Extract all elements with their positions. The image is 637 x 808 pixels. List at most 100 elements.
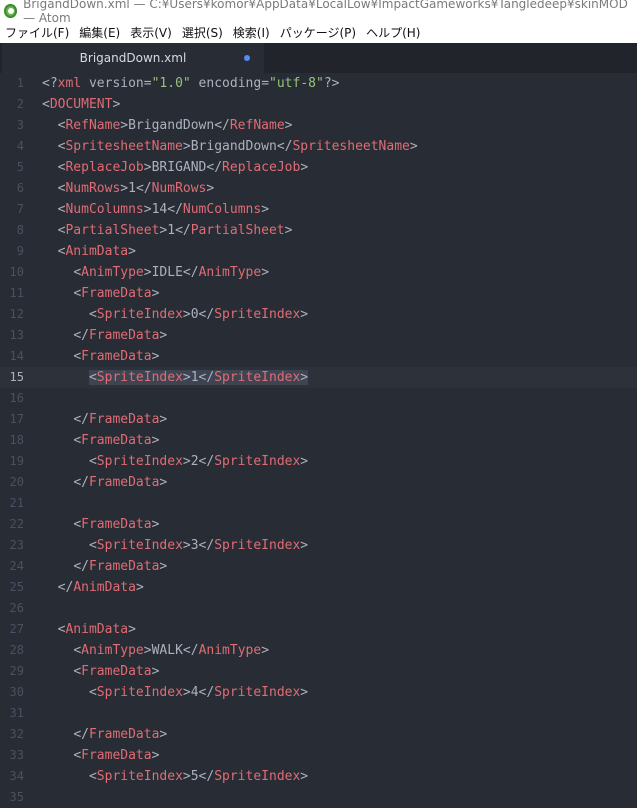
code-text: </FrameData> [73,559,168,574]
code-text: <DOCUMENT> [42,97,121,112]
line-number: 4 [16,139,24,153]
code-text: </AnimData> [57,580,144,595]
modified-indicator-icon[interactable] [244,55,250,61]
menu-item-4[interactable]: 検索(I) [228,24,275,41]
line-number: 10 [9,265,24,279]
line-number: 32 [9,727,24,741]
line-number: 2 [16,97,24,111]
line-number: 23 [9,538,24,552]
line-number: 20 [9,475,24,489]
menu-item-2[interactable]: 表示(V) [125,24,177,41]
code-line[interactable]: 23 <SpriteIndex>3</SpriteIndex> [0,535,637,556]
code-text: <?xml version="1.0" encoding="utf-8"?> [42,76,340,91]
line-number: 22 [9,517,24,531]
atom-logo-icon [4,4,18,18]
code-line[interactable]: 7 <NumColumns>14</NumColumns> [0,199,637,220]
code-line[interactable]: 15 <SpriteIndex>1</SpriteIndex> [0,367,637,388]
code-line[interactable]: 14 <FrameData> [0,346,637,367]
code-line[interactable]: 19 <SpriteIndex>2</SpriteIndex> [0,451,637,472]
code-line[interactable]: 5 <ReplaceJob>BRIGAND</ReplaceJob> [0,157,637,178]
line-number: 19 [9,454,24,468]
title-bar: BrigandDown.xml — C:¥Users¥komor¥AppData… [0,0,637,25]
line-number: 31 [9,706,24,720]
code-text: <SpriteIndex>1</SpriteIndex> [88,370,309,385]
code-text: <FrameData> [73,517,160,532]
code-line[interactable]: 25 </AnimData> [0,577,637,598]
code-text: <NumRows>1</NumRows> [57,181,215,196]
code-line[interactable]: 27 <AnimData> [0,619,637,640]
code-line[interactable]: 4 <SpritesheetName>BrigandDown</Spritesh… [0,136,637,157]
code-text: <SpriteIndex>0</SpriteIndex> [88,307,309,322]
tab-label: BrigandDown.xml [79,51,187,65]
line-number: 7 [16,202,24,216]
line-number: 24 [9,559,24,573]
code-text: <NumColumns>14</NumColumns> [57,202,270,217]
code-line[interactable]: 2 <DOCUMENT> [0,94,637,115]
code-line[interactable]: 30 <SpriteIndex>4</SpriteIndex> [0,682,637,703]
code-text: <ReplaceJob>BRIGAND</ReplaceJob> [57,160,309,175]
code-text: <PartialSheet>1</PartialSheet> [57,223,293,238]
line-number: 33 [9,748,24,762]
code-text: <AnimData> [57,622,136,637]
code-line[interactable]: 11 <FrameData> [0,283,637,304]
menu-item-5[interactable]: パッケージ(P) [275,24,361,41]
code-line[interactable]: 13 </FrameData> [0,325,637,346]
code-text: <FrameData> [73,664,160,679]
code-line[interactable]: 33 <FrameData> [0,745,637,766]
code-line[interactable]: 24 </FrameData> [0,556,637,577]
code-line[interactable]: 21 [0,493,637,514]
line-number: 13 [9,328,24,342]
line-number: 12 [9,307,24,321]
line-number: 9 [16,244,24,258]
code-line[interactable]: 1 <?xml version="1.0" encoding="utf-8"?> [0,73,637,94]
code-line[interactable]: 17 </FrameData> [0,409,637,430]
code-line[interactable]: 29 <FrameData> [0,661,637,682]
line-number: 30 [9,685,24,699]
code-line[interactable]: 22 <FrameData> [0,514,637,535]
code-line[interactable]: 31 [0,703,637,724]
line-number: 17 [9,412,24,426]
code-text: </FrameData> [73,727,168,742]
menu-item-3[interactable]: 選択(S) [177,24,228,41]
line-number: 28 [9,643,24,657]
menu-item-6[interactable]: ヘルプ(H) [361,24,425,41]
code-line[interactable]: 18 <FrameData> [0,430,637,451]
code-text: </FrameData> [73,475,168,490]
code-text: <RefName>BrigandDown</RefName> [57,118,293,133]
line-number: 1 [16,76,24,90]
code-line[interactable]: 10 <AnimType>IDLE</AnimType> [0,262,637,283]
code-line[interactable]: 35 [0,787,637,808]
code-line[interactable]: 28 <AnimType>WALK</AnimType> [0,640,637,661]
line-number: 16 [9,391,24,405]
code-line[interactable]: 20 </FrameData> [0,472,637,493]
code-text: <FrameData> [73,748,160,763]
line-number: 8 [16,223,24,237]
code-text: </FrameData> [73,412,168,427]
code-text: <AnimType>WALK</AnimType> [73,643,270,658]
line-number: 26 [9,601,24,615]
line-number: 15 [9,370,24,384]
line-number: 35 [9,790,24,804]
code-text: <FrameData> [73,286,160,301]
code-editor[interactable]: 1 <?xml version="1.0" encoding="utf-8"?> 2… [0,73,637,804]
code-text: </FrameData> [73,328,168,343]
menu-item-0[interactable]: ファイル(F) [0,24,74,41]
tab-briganddown-xml[interactable]: BrigandDown.xml [2,43,264,73]
line-number: 21 [9,496,24,510]
code-line[interactable]: 3 <RefName>BrigandDown</RefName> [0,115,637,136]
code-line[interactable]: 6 <NumRows>1</NumRows> [0,178,637,199]
code-line[interactable]: 26 [0,598,637,619]
line-number: 18 [9,433,24,447]
line-number: 11 [9,286,24,300]
code-line[interactable]: 32 </FrameData> [0,724,637,745]
code-line[interactable]: 12 <SpriteIndex>0</SpriteIndex> [0,304,637,325]
code-line[interactable]: 8 <PartialSheet>1</PartialSheet> [0,220,637,241]
code-text: <SpritesheetName>BrigandDown</Spriteshee… [57,139,418,154]
code-line[interactable]: 34 <SpriteIndex>5</SpriteIndex> [0,766,637,787]
code-line[interactable]: 16 [0,388,637,409]
menu-bar: ファイル(F) 編集(E) 表示(V) 選択(S) 検索(I) パッケージ(P) ヘルプ(H… [0,22,637,43]
code-text: <AnimData> [57,244,136,259]
code-line[interactable]: 9 <AnimData> [0,241,637,262]
code-text: <FrameData> [73,349,160,364]
menu-item-1[interactable]: 編集(E) [74,24,125,41]
